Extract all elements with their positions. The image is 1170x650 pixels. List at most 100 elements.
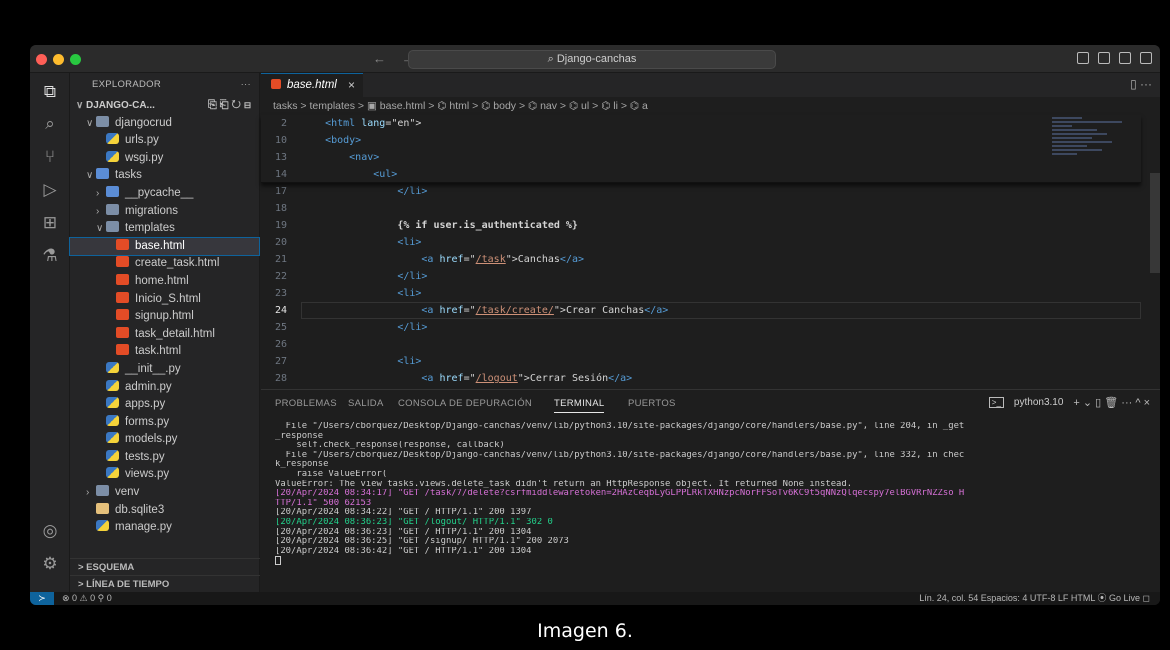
tree-item[interactable]: ∨ templates (70, 220, 259, 238)
code-line[interactable]: 22 </li> (261, 268, 1141, 285)
code-line[interactable]: 28 <a href="/logout">Cerrar Sesión</a> (261, 370, 1141, 387)
code-line[interactable]: 21 <a href="/task">Canchas</a> (261, 251, 1141, 268)
line-number: 23 (274, 288, 287, 299)
extensions-icon[interactable]: ⊞ (39, 212, 61, 234)
tree-item[interactable]: base.html (69, 236, 260, 257)
tree-item[interactable]: home.html (70, 273, 259, 291)
maximize-window-button[interactable] (70, 54, 81, 65)
tree-item[interactable]: Inicio_S.html (70, 291, 259, 309)
tree-item[interactable]: admin.py (70, 379, 259, 397)
tab-debug-console[interactable]: CONSOLA DE DEPURACIÓN (398, 398, 532, 409)
remote-indicator-icon[interactable]: ≻ (30, 592, 54, 605)
tab-output[interactable]: SALIDA (348, 398, 384, 409)
toggle-secondary-sidebar-icon[interactable] (1119, 52, 1131, 64)
tree-item[interactable]: forms.py (70, 414, 259, 432)
editor-status-info[interactable]: Lín. 24, col. 54 Espacios: 4 UTF-8 LF HT… (919, 592, 1150, 605)
explorer-actions-icons[interactable]: ⎘ ⎗ ↻ ⊟ (208, 97, 251, 115)
settings-gear-icon[interactable]: ⚙ (39, 553, 61, 575)
tree-item[interactable]: ∨ tasks (70, 167, 259, 185)
terminal-icon: >_ (988, 397, 1004, 408)
code-line[interactable]: 19 {% if user.is_authenticated %} (261, 217, 1141, 234)
py-file-icon (106, 467, 119, 479)
code-line[interactable]: 10 <body> (261, 132, 1141, 149)
code-line[interactable]: 18 (261, 200, 1141, 217)
tab-problems[interactable]: PROBLEMAS (275, 398, 337, 409)
tab-close-icon[interactable]: × (348, 74, 355, 96)
run-debug-icon[interactable]: ▷ (39, 179, 61, 201)
code-line[interactable]: 26 (261, 336, 1141, 353)
line-number: 10 (274, 135, 287, 146)
code-line[interactable]: 24 <a href="/task/create/">Crear Canchas… (261, 302, 1141, 319)
close-window-button[interactable] (36, 54, 47, 65)
code-line[interactable]: 2 <html lang="en"> (261, 115, 1141, 132)
toggle-panel-icon[interactable] (1098, 52, 1110, 64)
tree-item[interactable]: manage.py (70, 519, 259, 537)
tree-item[interactable]: db.sqlite3 (70, 502, 259, 520)
code-token: <nav> (301, 152, 380, 163)
timeline-section[interactable]: > LÍNEA DE TIEMPO (70, 575, 260, 592)
line-number: 22 (274, 271, 287, 282)
code-line[interactable]: 25 </li> (261, 319, 1141, 336)
explorer-title: EXPLORADOR (92, 79, 161, 90)
html-file-icon (116, 309, 129, 321)
tab-ports[interactable]: PUERTOS (628, 398, 676, 409)
code-editor[interactable]: 2 <html lang="en"> 10 <body> 13 <nav> 14 <u… (261, 115, 1141, 435)
outline-section[interactable]: > ESQUEMA (70, 558, 260, 575)
tree-item[interactable]: __init__.py (70, 361, 259, 379)
command-center-search[interactable]: ⌕ Django-canchas (408, 50, 776, 69)
tree-item[interactable]: views.py (70, 466, 259, 484)
tree-item-label: task.html (135, 345, 182, 358)
code-line[interactable]: 14 <ul> (261, 166, 1141, 183)
tree-item[interactable]: create_task.html (70, 255, 259, 273)
explorer-icon[interactable]: ⧉ (39, 81, 61, 103)
split-editor-icon[interactable]: ▯ ··· (1130, 77, 1152, 91)
tree-item[interactable]: tests.py (70, 449, 259, 467)
tree-item-label: tests.py (125, 450, 165, 463)
code-line[interactable]: 13 <nav> (261, 149, 1141, 166)
source-control-icon[interactable]: ⑂ (39, 146, 61, 168)
account-icon[interactable]: ◎ (39, 520, 61, 542)
folder-file-icon (96, 115, 109, 127)
minimap[interactable] (1052, 115, 1142, 205)
project-root[interactable]: ∨ DJANGO-CA... ⎘ ⎗ ↻ ⊟ (70, 97, 259, 115)
breadcrumb[interactable]: tasks > templates > ▣ base.html > ⌬ html… (261, 97, 1160, 115)
tree-item-label: db.sqlite3 (115, 503, 165, 516)
search-icon[interactable]: ⌕ (39, 113, 61, 135)
tree-item[interactable]: apps.py (70, 396, 259, 414)
code-token: /task (475, 254, 506, 265)
tab-base-html[interactable]: base.html × (261, 73, 363, 97)
tree-item-label: tasks (115, 169, 142, 182)
minimize-window-button[interactable] (53, 54, 64, 65)
customize-layout-icon[interactable] (1140, 52, 1152, 64)
html-file-icon (116, 291, 129, 303)
problems-status[interactable]: ⊗ 0 ⚠ 0 ⚲ 0 (62, 592, 112, 605)
terminal-name[interactable]: python3.10 (1014, 397, 1064, 408)
terminal-output[interactable]: File "/Users/cborquez/Desktop/Django-can… (275, 422, 1155, 566)
code-line[interactable]: 17 </li> (261, 183, 1141, 200)
folder-file-icon (106, 221, 119, 233)
testing-icon[interactable]: ⚗ (39, 245, 61, 267)
terminal-actions-icons[interactable]: + ⌄ ▯ 🗑 ··· ^ × (1073, 396, 1150, 409)
explorer-more-icon[interactable]: ··· (241, 73, 251, 97)
tree-item-label: djangocrud (115, 116, 172, 129)
line-number: 21 (274, 254, 287, 265)
tree-item[interactable]: ∨ djangocrud (70, 115, 259, 133)
tree-item[interactable]: › migrations (70, 203, 259, 221)
folder-blue-file-icon (96, 168, 109, 180)
tree-item[interactable]: task_detail.html (70, 326, 259, 344)
code-token: <li> (301, 356, 422, 367)
terminal-prompt[interactable] (275, 556, 1155, 566)
tree-item[interactable]: wsgi.py (70, 150, 259, 168)
tree-item[interactable]: urls.py (70, 132, 259, 150)
editor-scrollbar[interactable] (1150, 173, 1160, 273)
tree-item[interactable]: task.html (70, 343, 259, 361)
tab-terminal[interactable]: TERMINAL (554, 398, 605, 413)
code-line[interactable]: 20 <li> (261, 234, 1141, 251)
tree-item[interactable]: › __pycache__ (70, 185, 259, 203)
code-line[interactable]: 27 <li> (261, 353, 1141, 370)
tree-item[interactable]: signup.html (70, 308, 259, 326)
tree-item[interactable]: models.py (70, 431, 259, 449)
toggle-sidebar-icon[interactable] (1077, 52, 1089, 64)
code-line[interactable]: 23 <li> (261, 285, 1141, 302)
tree-item[interactable]: › venv (70, 484, 259, 502)
